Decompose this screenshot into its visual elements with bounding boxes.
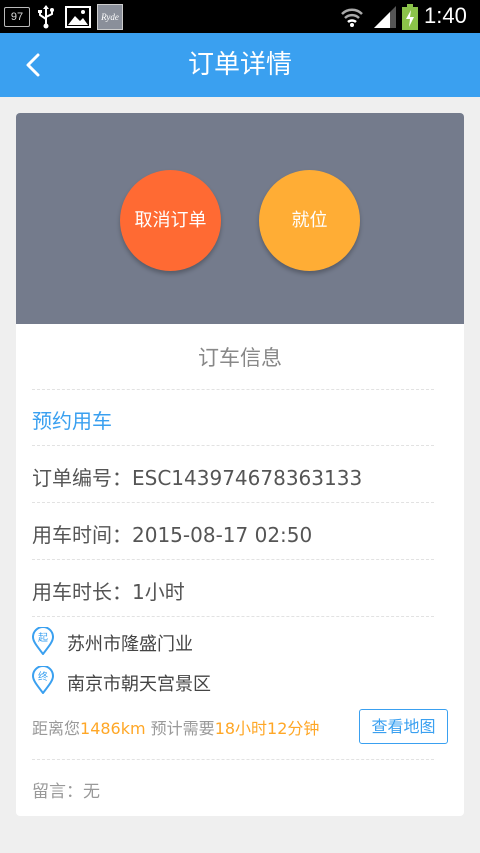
divider: [32, 759, 434, 760]
header-bar: 订单详情: [0, 33, 480, 97]
wifi-icon: [341, 8, 363, 27]
notification-count-badge: 97: [4, 7, 30, 27]
distance-prefix: 距离您: [32, 719, 81, 738]
ride-time-value: 2015-08-17 02:50: [132, 523, 313, 547]
section-title: 订车信息: [198, 346, 282, 370]
start-location: 苏州市隆盛门业: [67, 634, 193, 655]
battery-charging-icon: [402, 4, 418, 30]
back-chevron-icon[interactable]: [16, 47, 52, 83]
distance-estimate: 距离您1486km 预计需要18小时12分钟: [32, 715, 319, 739]
start-pin-char: 起: [38, 632, 48, 644]
distance-value: 1486km: [80, 719, 146, 738]
eta-value: 18小时12分钟: [214, 719, 320, 738]
order-number-value: ESC143974678363133: [132, 466, 363, 490]
app-notification-icon: Ryde: [97, 4, 123, 30]
booking-type: 预约用车: [32, 409, 112, 433]
ride-time-label: 用车时间：: [32, 523, 132, 547]
page-title: 订单详情: [187, 50, 292, 80]
end-location-pin-icon: 终: [32, 666, 54, 694]
ride-duration-row: 用车时长：1小时: [32, 576, 185, 605]
action-panel: 取消订单 就位: [16, 113, 464, 324]
cancel-order-button[interactable]: 取消订单: [120, 170, 221, 271]
eta-prefix: 预计需要: [145, 719, 215, 738]
end-pin-char: 终: [38, 670, 48, 683]
ride-time-row: 用车时间：2015-08-17 02:50: [32, 519, 312, 548]
divider: [32, 616, 434, 617]
ready-button[interactable]: 就位: [259, 170, 360, 271]
message-value: 无: [83, 782, 100, 802]
order-number-label: 订单编号：: [32, 466, 132, 490]
signal-icon: [374, 6, 396, 28]
message-label: 留言：: [32, 782, 83, 802]
message-row: 留言：无: [32, 777, 100, 802]
start-location-pin-icon: 起: [32, 627, 54, 655]
usb-icon: [38, 5, 54, 29]
divider: [32, 389, 434, 390]
status-time: 1:40: [424, 3, 467, 28]
order-detail-card: 取消订单 就位 订车信息 预约用车 订单编号：ESC14397467836313…: [16, 113, 464, 816]
divider: [32, 502, 434, 503]
ride-duration-value: 1小时: [132, 580, 185, 604]
status-bar: 97 Ryde 1:40: [0, 0, 480, 33]
ride-duration-label: 用车时长：: [32, 580, 132, 604]
divider: [32, 445, 434, 446]
view-map-button[interactable]: 查看地图: [359, 709, 448, 744]
order-number-row: 订单编号：ESC143974678363133: [32, 462, 362, 491]
end-location: 南京市朝天宫景区: [67, 674, 211, 695]
image-notification-icon: [65, 6, 91, 28]
divider: [32, 559, 434, 560]
